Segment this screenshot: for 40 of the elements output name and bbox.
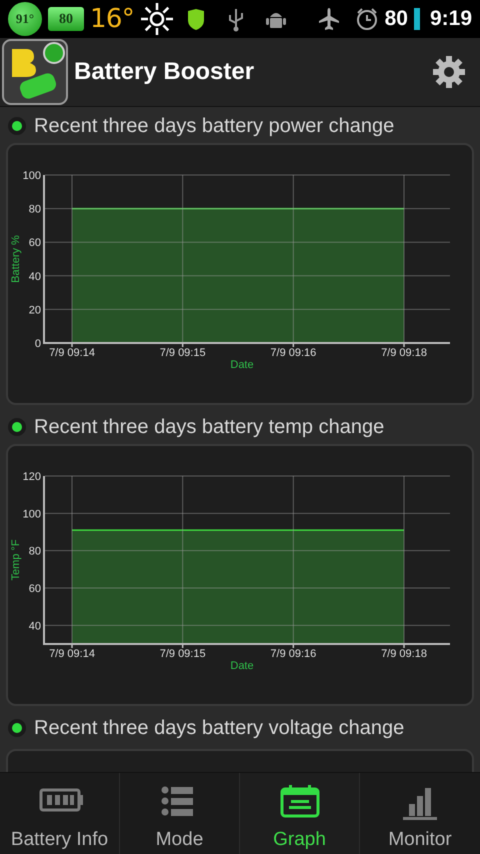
- y-tick-label: 20: [28, 304, 41, 316]
- weather-temperature: 16°: [90, 6, 134, 32]
- battery-icon: [414, 8, 420, 30]
- alarm-clock-icon: [354, 7, 379, 31]
- battery-percentage: 80: [384, 6, 408, 32]
- clock-time: 9:19: [430, 6, 472, 32]
- settings-icon: [432, 55, 466, 89]
- y-tick-label: 80: [28, 546, 41, 558]
- x-tick-label: 7/9 09:18: [381, 347, 427, 359]
- app-logo-icon: [2, 39, 68, 105]
- y-tick-label: 100: [22, 508, 41, 520]
- y-tick-label: 60: [28, 237, 41, 250]
- y-tick-label: 80: [28, 204, 41, 216]
- nav-tab[interactable]: Battery Info: [0, 773, 120, 854]
- x-tick-label: 7/9 09:15: [160, 347, 206, 359]
- section-title: Recent three days battery voltage change: [34, 716, 404, 741]
- battery-level-badge: 80: [48, 7, 84, 31]
- y-tick-label: 100: [22, 170, 41, 182]
- temperature-badge: 91°: [8, 2, 42, 36]
- x-tick-label: 7/9 09:18: [381, 648, 427, 660]
- y-tick-label: 40: [28, 620, 41, 632]
- y-tick-label: 120: [22, 471, 41, 483]
- app-title: Battery Booster: [74, 57, 254, 87]
- nav-tab[interactable]: Monitor: [360, 773, 480, 854]
- sun-icon: [140, 2, 174, 36]
- y-tick-label: 0: [34, 338, 41, 350]
- x-tick-label: 7/9 09:14: [49, 648, 95, 660]
- y-tick-label: 40: [28, 270, 41, 283]
- airplane-icon: [316, 7, 341, 31]
- x-tick-label: 7/9 09:15: [160, 648, 206, 660]
- y-tick-label: 60: [28, 583, 41, 595]
- section-title: Recent three days battery temp change: [34, 415, 384, 440]
- y-axis-title: Temp °F: [10, 539, 22, 581]
- x-axis-title: Date: [230, 660, 254, 672]
- x-axis-title: Date: [230, 359, 254, 371]
- section-title: Recent three days battery power change: [34, 114, 394, 139]
- x-tick-label: 7/9 09:16: [270, 648, 316, 660]
- y-axis-title: Battery %: [10, 235, 22, 283]
- x-tick-label: 7/9 09:16: [270, 347, 316, 359]
- x-tick-label: 7/9 09:14: [49, 347, 95, 359]
